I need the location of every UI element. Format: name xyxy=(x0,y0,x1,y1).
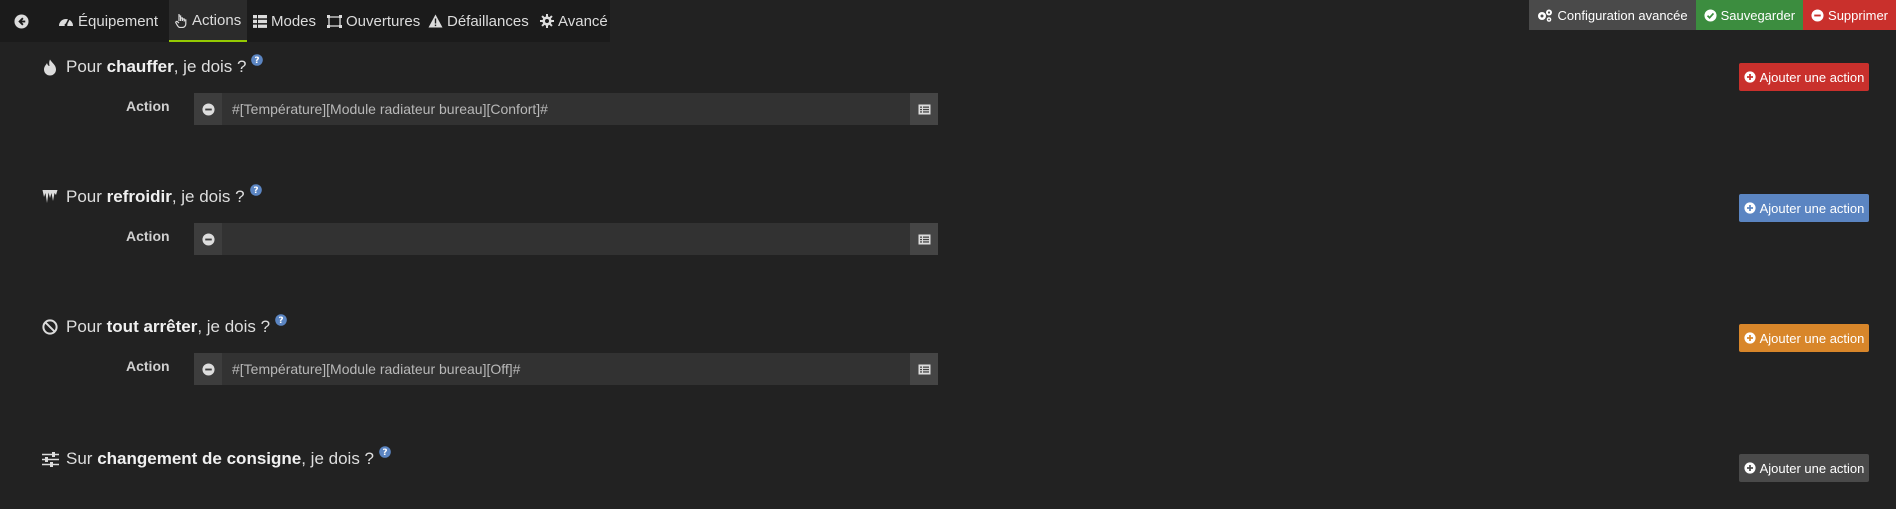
dashboard-icon xyxy=(58,14,74,28)
title-suffix: , je dois ? xyxy=(171,187,245,206)
plus-circle-icon xyxy=(1744,71,1756,83)
add-action-button-chauffer[interactable]: Ajouter une action xyxy=(1739,63,1869,91)
advanced-config-label: Configuration avancée xyxy=(1557,7,1688,23)
delete-label: Supprimer xyxy=(1828,7,1888,23)
tab-actions[interactable]: Actions xyxy=(169,0,248,42)
svg-text:?: ? xyxy=(253,186,258,196)
remove-action-button[interactable] xyxy=(194,223,222,255)
action-row xyxy=(194,223,938,255)
minus-circle-icon xyxy=(201,102,215,116)
svg-text:?: ? xyxy=(255,56,260,66)
title-prefix: Pour xyxy=(66,187,107,206)
remove-action-button[interactable] xyxy=(194,93,222,125)
tab-label: Défaillances xyxy=(447,12,529,30)
action-input[interactable]: #[Température][Module radiateur bureau][… xyxy=(222,361,910,377)
add-action-label: Ajouter une action xyxy=(1759,200,1865,216)
list-alt-icon xyxy=(918,364,930,374)
cog-icon xyxy=(540,14,554,28)
title-bold: tout arrêter xyxy=(106,317,198,336)
action-label: Action xyxy=(126,98,170,114)
title-suffix: , je dois ? xyxy=(197,317,271,336)
section-title-chauffer: Pour chauffer, je dois ? ? xyxy=(40,54,264,77)
action-input[interactable]: #[Température][Module radiateur bureau][… xyxy=(222,101,910,117)
save-label: Sauvegarder xyxy=(1720,7,1796,23)
arrow-left-circle-icon xyxy=(14,14,29,29)
help-icon[interactable]: ? xyxy=(251,54,264,66)
back-button[interactable] xyxy=(14,14,29,29)
minus-circle-icon xyxy=(201,232,215,246)
minus-circle-icon xyxy=(201,362,215,376)
cogs-icon xyxy=(1537,9,1553,22)
tab-defaillances[interactable]: Défaillances xyxy=(428,0,529,42)
hand-pointer-icon xyxy=(175,13,188,28)
select-command-button[interactable] xyxy=(910,93,938,125)
tab-equipement[interactable]: Équipement xyxy=(58,0,158,42)
tab-modes[interactable]: Modes xyxy=(253,0,316,42)
ban-icon xyxy=(40,319,60,335)
title-suffix: , je dois ? xyxy=(173,57,247,76)
list-icon xyxy=(253,14,267,28)
select-command-button[interactable] xyxy=(910,353,938,385)
window-icon xyxy=(327,14,342,28)
svg-text:?: ? xyxy=(278,316,283,326)
plus-circle-icon xyxy=(1744,332,1756,344)
action-row: #[Température][Module radiateur bureau][… xyxy=(194,353,938,385)
delete-button[interactable]: Supprimer xyxy=(1803,0,1896,30)
title-bold: refroidir xyxy=(106,187,172,206)
add-action-label: Ajouter une action xyxy=(1759,330,1865,346)
plus-circle-icon xyxy=(1744,202,1756,214)
tab-label: Modes xyxy=(271,12,317,30)
tab-bar: Équipement Actions Modes Ouvertures Défa… xyxy=(0,0,610,42)
icicles-icon xyxy=(40,189,60,205)
title-bold: changement de consigne xyxy=(97,449,302,468)
list-alt-icon xyxy=(918,234,930,244)
title-prefix: Sur xyxy=(66,449,98,468)
title-bold: chauffer xyxy=(106,57,174,76)
tab-label: Avancé xyxy=(558,12,608,30)
minus-circle-icon xyxy=(1811,8,1824,22)
tab-label: Actions xyxy=(192,11,242,29)
help-icon[interactable]: ? xyxy=(275,314,287,326)
title-suffix: , je dois ? xyxy=(301,449,374,468)
action-label: Action xyxy=(126,228,170,244)
warning-icon xyxy=(428,14,443,28)
action-label: Action xyxy=(126,358,170,374)
fire-icon xyxy=(40,59,60,76)
sliders-icon xyxy=(40,451,60,467)
tab-label: Ouvertures xyxy=(346,12,421,30)
add-action-button-changement-consigne[interactable]: Ajouter une action xyxy=(1739,454,1869,482)
add-action-label: Ajouter une action xyxy=(1759,460,1865,476)
select-command-button[interactable] xyxy=(910,223,938,255)
section-title-changement-consigne: Sur changement de consigne, je dois ? ? xyxy=(40,446,391,469)
plus-circle-icon xyxy=(1744,462,1756,474)
add-action-button-refroidir[interactable]: Ajouter une action xyxy=(1739,194,1869,222)
svg-text:?: ? xyxy=(382,448,387,458)
remove-action-button[interactable] xyxy=(194,353,222,385)
tab-label: Équipement xyxy=(78,12,159,30)
toolbar: Configuration avancée Sauvegarder Suppri… xyxy=(1529,0,1896,30)
help-icon[interactable]: ? xyxy=(249,184,262,196)
save-button[interactable]: Sauvegarder xyxy=(1695,0,1804,30)
list-alt-icon xyxy=(918,104,930,114)
check-circle-icon xyxy=(1704,8,1717,22)
help-icon[interactable]: ? xyxy=(379,446,391,458)
action-row: #[Température][Module radiateur bureau][… xyxy=(194,93,938,125)
title-prefix: Pour xyxy=(66,317,107,336)
section-title-refroidir: Pour refroidir, je dois ? ? xyxy=(40,184,262,207)
add-action-button-tout-arreter[interactable]: Ajouter une action xyxy=(1739,324,1869,352)
tab-ouvertures[interactable]: Ouvertures xyxy=(327,0,420,42)
tab-avance[interactable]: Avancé xyxy=(540,0,608,42)
title-prefix: Pour xyxy=(66,57,107,76)
advanced-config-button[interactable]: Configuration avancée xyxy=(1529,0,1696,30)
section-title-tout-arreter: Pour tout arrêter, je dois ? ? xyxy=(40,314,287,337)
add-action-label: Ajouter une action xyxy=(1759,69,1865,85)
